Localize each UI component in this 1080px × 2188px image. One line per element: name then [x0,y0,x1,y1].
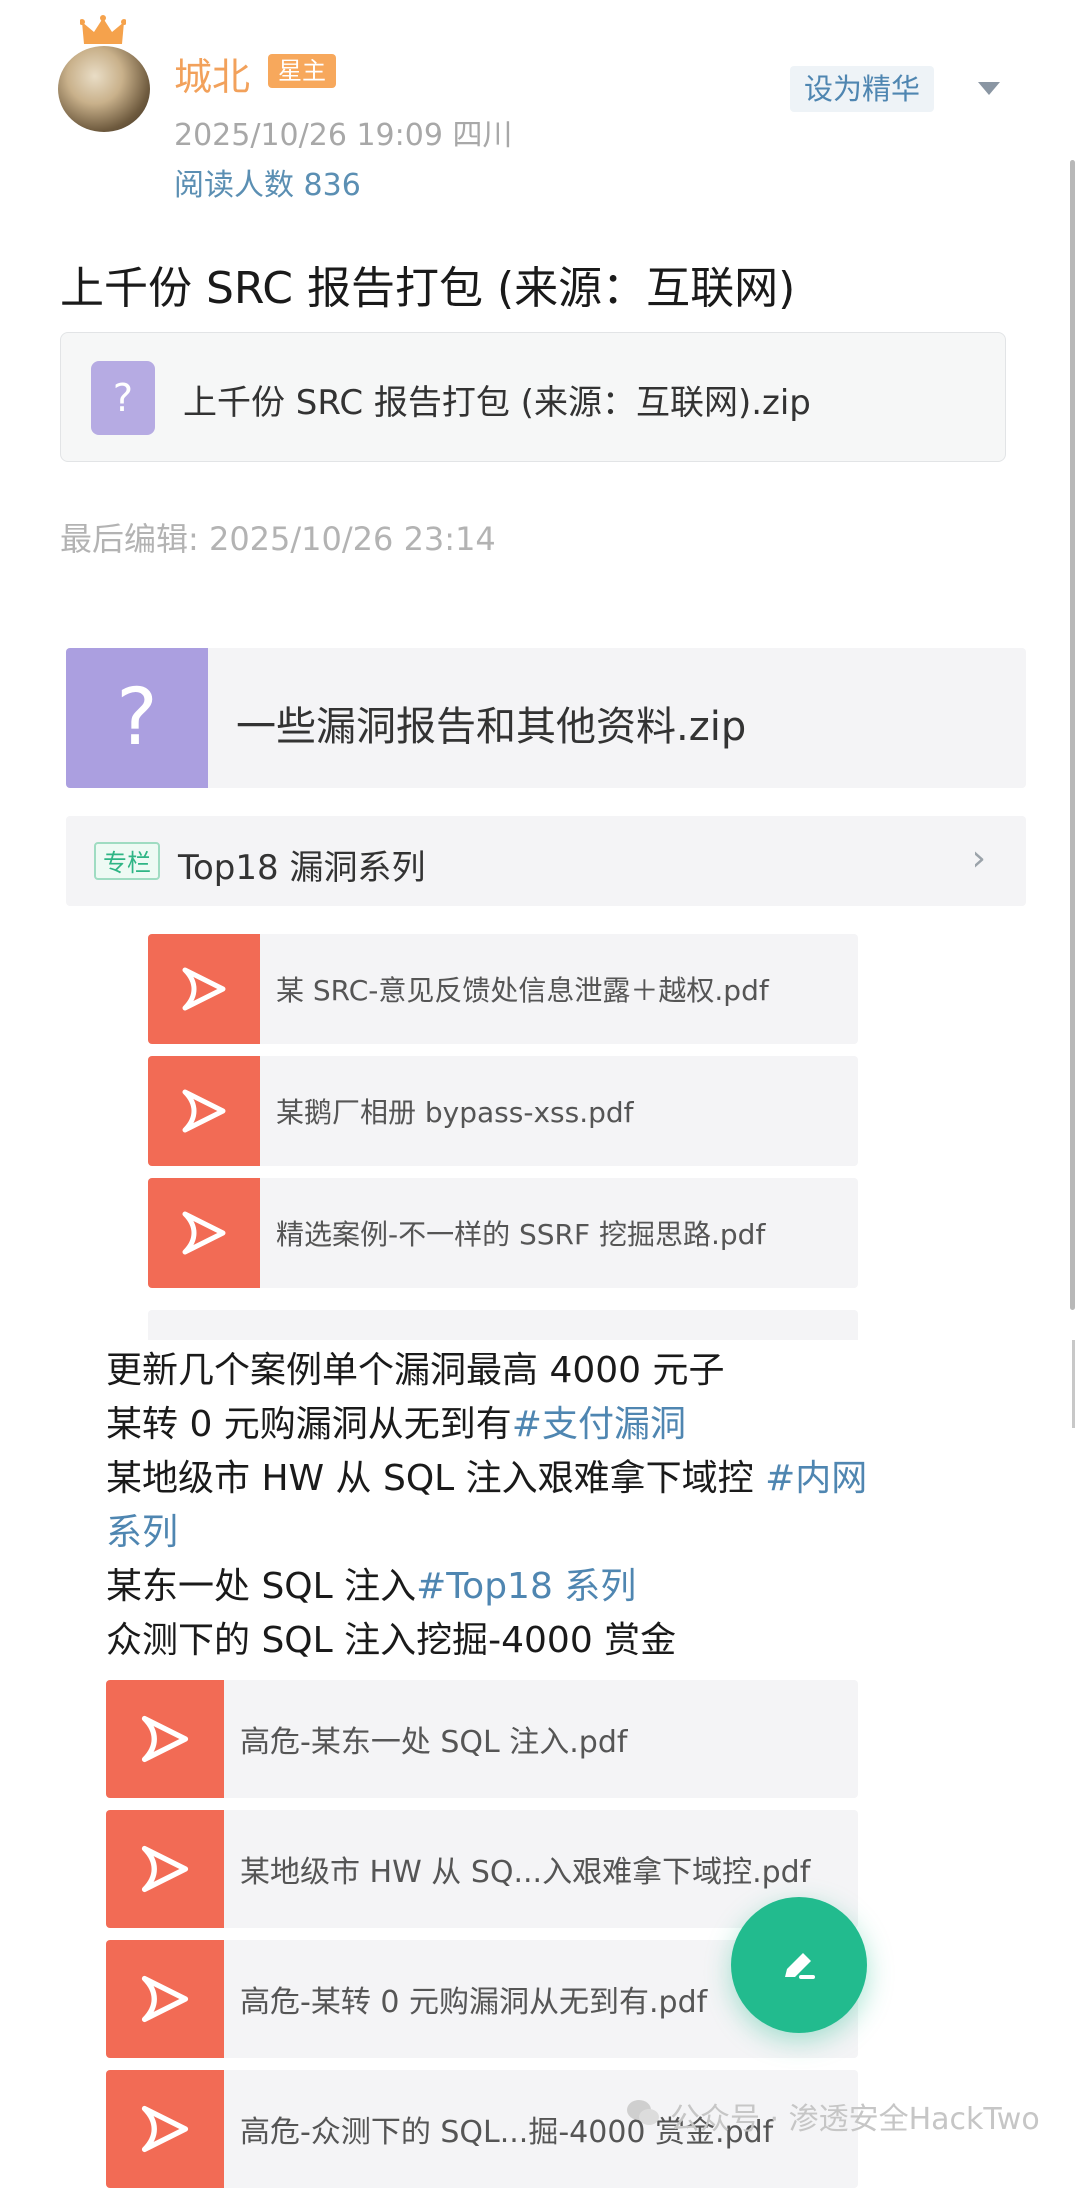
text-line: 某地级市 HW 从 SQL 注入艰难拿下域控 #内网 [106,1458,868,1499]
text-line: 某东一处 SQL 注入#Top18 系列 [106,1566,637,1607]
hashtag-link[interactable]: 系列 [106,1512,178,1553]
column-title: Top18 漏洞系列 [178,848,426,888]
chevron-right-icon: › [971,838,986,879]
question-file-icon: ? [91,361,155,435]
crown-icon [80,15,126,44]
read-count[interactable]: 阅读人数 836 [174,160,361,204]
pdf-name: 某地级市 HW 从 SQ...入艰难拿下域控.pdf [240,1855,811,1890]
pdf-icon [148,1178,260,1288]
role-badge: 星主 [268,54,336,88]
pdf-icon [148,934,260,1044]
set-featured-button[interactable]: 设为精华 [790,66,935,112]
zip-file-card[interactable]: ? 一些漏洞报告和其他资料.zip [66,648,1026,788]
text-line: 系列 [106,1506,178,1560]
avatar[interactable] [58,46,150,132]
pdf-name: 高危-某转 0 元购漏洞从无到有.pdf [240,1985,708,2020]
post-datetime-location: 2025/10/26 19:09 四川 [174,118,513,153]
text-line: 某转 0 元购漏洞从无到有#支付漏洞 [106,1404,686,1445]
pdf-card[interactable]: 高危-某东一处 SQL 注入.pdf [106,1680,858,1798]
scrollbar[interactable] [1070,160,1075,1310]
pdf-name: 某鹅厂相册 bypass-xss.pdf [276,1096,634,1129]
pdf-name: 精选案例-不一样的 SSRF 挖掘思路.pdf [276,1218,766,1251]
author-name[interactable]: 城北 [174,46,250,101]
pdf-card[interactable]: 某鹅厂相册 bypass-xss.pdf [148,1056,858,1166]
attachment-name: 上千份 SRC 报告打包 (来源：互联网).zip [183,383,811,423]
dropdown-triangle-icon[interactable] [978,82,1000,95]
hashtag-link[interactable]: #Top18 系列 [416,1566,636,1607]
pdf-icon [106,2070,224,2188]
hashtag-link[interactable]: #内网 [765,1458,867,1499]
post-title: 上千份 SRC 报告打包 (来源：互联网) [60,263,796,314]
text-line: 众测下的 SQL 注入挖掘-4000 赏金 [106,1620,677,1661]
last-edited: 最后编辑: 2025/10/26 23:14 [60,520,496,558]
pdf-icon [106,1940,224,2058]
pdf-name: 某 SRC-意见反馈处信息泄露＋越权.pdf [276,974,769,1007]
pdf-name: 高危-某东一处 SQL 注入.pdf [240,1725,628,1760]
question-file-icon: ? [66,648,208,788]
column-link[interactable]: 专栏 Top18 漏洞系列 › [66,816,1026,906]
wechat-icon [627,2100,659,2125]
pdf-card[interactable]: 某 SRC-意见反馈处信息泄露＋越权.pdf [148,934,858,1044]
column-tag: 专栏 [94,842,160,880]
hashtag-link[interactable]: #支付漏洞 [512,1404,686,1445]
pdf-icon [148,1056,260,1166]
text-line: 更新几个案例单个漏洞最高 4000 元子 [106,1350,725,1391]
pdf-card[interactable]: 精选案例-不一样的 SSRF 挖掘思路.pdf [148,1178,858,1288]
edit-pencil-icon [785,1953,815,1979]
zip-file-name: 一些漏洞报告和其他资料.zip [236,704,747,750]
pdf-icon [106,1680,224,1798]
attachment-card[interactable]: ? 上千份 SRC 报告打包 (来源：互联网).zip [60,332,1006,462]
watermark-text: 公众号 · 渗透安全HackTwo [670,2102,1040,2137]
pdf-card[interactable]: 某地级市 HW 从 SQ...入艰难拿下域控.pdf [106,1810,858,1928]
scrollbar-track [1072,1340,1075,1428]
pdf-icon [106,1810,224,1928]
edit-fab-button[interactable] [731,1897,867,2033]
column-link-partial [148,1310,858,1340]
